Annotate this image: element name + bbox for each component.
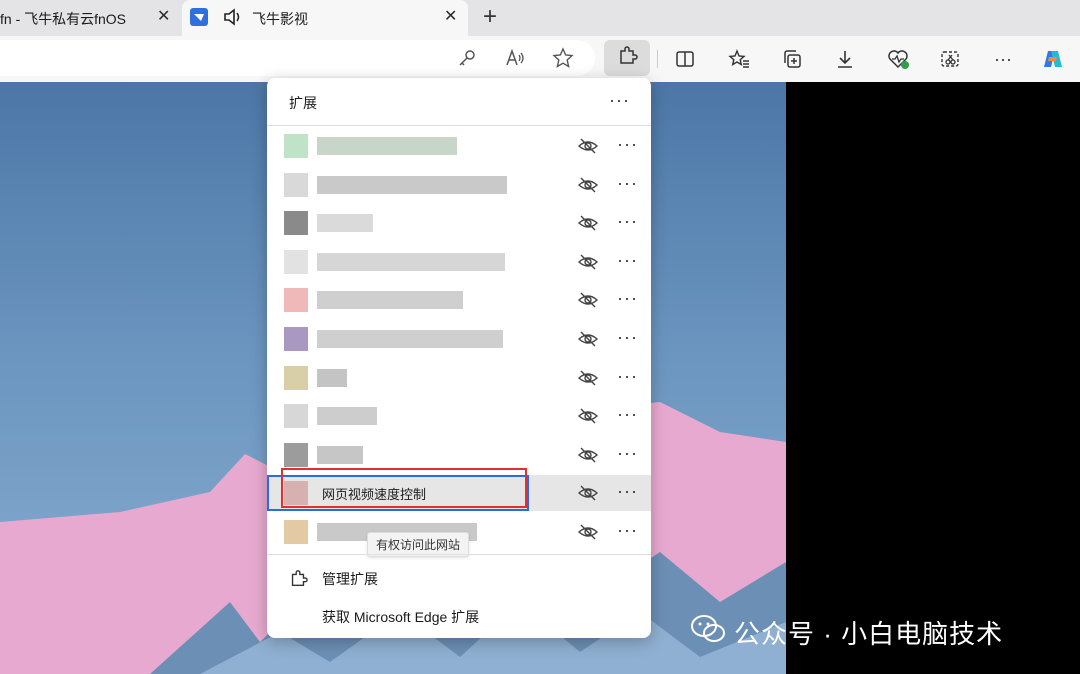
watermark-text: 公众号 · 小白电脑技术 — [734, 619, 1004, 649]
speaker-icon[interactable] — [222, 7, 244, 30]
extension-row[interactable]: ··· — [267, 128, 651, 164]
favicon-icon — [190, 8, 208, 26]
extensions-button[interactable] — [604, 40, 650, 76]
extension-row[interactable]: ··· — [267, 321, 651, 357]
manage-extensions-label: 管理扩展 — [322, 571, 378, 587]
watermark: 公众号 · 小白电脑技术 — [690, 614, 1003, 651]
extension-icon — [284, 443, 308, 467]
extension-more-button[interactable]: ··· — [617, 250, 638, 270]
close-icon[interactable]: ✕ — [444, 8, 457, 26]
more-icon[interactable]: ··· — [990, 46, 1016, 72]
toolbar: ··· — [0, 36, 1080, 82]
extensions-icon — [616, 45, 638, 72]
extension-more-button[interactable]: ··· — [617, 443, 638, 463]
extension-row[interactable]: ··· — [267, 244, 651, 280]
tab-title: 飞牛影视 — [252, 11, 308, 27]
extension-name-redacted — [317, 446, 363, 464]
hide-from-toolbar-icon[interactable] — [577, 368, 599, 388]
extension-more-button[interactable]: ··· — [617, 211, 638, 231]
collections-icon[interactable] — [779, 46, 805, 72]
extension-icon — [284, 134, 308, 158]
extension-name-redacted — [317, 369, 347, 387]
get-extensions-link[interactable]: 获取 Microsoft Edge 扩展 — [267, 598, 651, 634]
extension-row[interactable]: ··· — [267, 360, 651, 396]
browser-essentials-icon[interactable] — [885, 46, 911, 72]
new-tab-button[interactable]: + — [483, 3, 497, 31]
close-icon[interactable]: ✕ — [157, 8, 170, 26]
extension-more-button[interactable]: ··· — [617, 134, 638, 154]
hide-from-toolbar-icon[interactable] — [577, 175, 599, 195]
hide-from-toolbar-icon[interactable] — [577, 213, 599, 233]
hide-from-toolbar-icon[interactable] — [577, 252, 599, 272]
extension-name-redacted — [317, 330, 503, 348]
wechat-icon — [690, 614, 726, 651]
hide-from-toolbar-icon[interactable] — [577, 329, 599, 349]
video-letterbox — [786, 82, 1080, 674]
divider — [267, 125, 651, 126]
extension-more-button[interactable]: ··· — [617, 481, 638, 501]
copilot-icon[interactable] — [1040, 46, 1066, 72]
tab-fnos[interactable]: fn - 飞牛私有云fnOS ✕ — [0, 0, 180, 36]
hide-from-toolbar-icon[interactable] — [577, 522, 599, 542]
panel-more-button[interactable]: ··· — [609, 90, 630, 111]
highlight-box-red — [281, 468, 527, 508]
get-extensions-label: 获取 Microsoft Edge 扩展 — [322, 609, 480, 625]
extension-icon — [284, 211, 308, 235]
manage-extensions-link[interactable]: 管理扩展 — [267, 560, 651, 596]
extensions-icon — [288, 569, 308, 594]
extension-icon — [284, 327, 308, 351]
extension-name-redacted — [317, 253, 505, 271]
extension-more-button[interactable]: ··· — [617, 404, 638, 424]
split-screen-icon[interactable] — [672, 46, 698, 72]
extension-name-redacted — [317, 214, 373, 232]
favorites-icon[interactable] — [726, 46, 752, 72]
extensions-panel: 扩展 ··· ··· ··· ··· ··· ··· ··· ··· ··· ··· 网页视频速度… — [267, 78, 651, 638]
panel-title: 扩展 — [289, 95, 317, 111]
extension-more-button[interactable]: ··· — [617, 520, 638, 540]
extension-row[interactable]: ··· — [267, 398, 651, 434]
toolbar-divider — [657, 50, 658, 68]
tab-title: fn - 飞牛私有云fnOS — [0, 11, 127, 27]
extension-name-redacted — [317, 176, 507, 194]
extension-row[interactable]: ··· — [267, 167, 651, 203]
screenshot-icon[interactable] — [937, 46, 963, 72]
hide-from-toolbar-icon[interactable] — [577, 483, 599, 503]
extension-icon — [284, 366, 308, 390]
extension-name-redacted — [317, 137, 457, 155]
extension-more-button[interactable]: ··· — [617, 366, 638, 386]
tab-strip: fn - 飞牛私有云fnOS ✕ 飞牛影视 ✕ + — [0, 0, 1080, 36]
read-aloud-icon[interactable] — [502, 45, 528, 71]
extension-icon — [284, 173, 308, 197]
address-bar[interactable] — [0, 40, 595, 76]
key-icon[interactable] — [454, 45, 480, 71]
hide-from-toolbar-icon[interactable] — [577, 445, 599, 465]
extension-more-button[interactable]: ··· — [617, 288, 638, 308]
extension-name-redacted — [317, 291, 463, 309]
extension-icon — [284, 288, 308, 312]
hide-from-toolbar-icon[interactable] — [577, 406, 599, 426]
extension-icon — [284, 250, 308, 274]
hide-from-toolbar-icon[interactable] — [577, 136, 599, 156]
hide-from-toolbar-icon[interactable] — [577, 290, 599, 310]
extension-more-button[interactable]: ··· — [617, 327, 638, 347]
extension-row[interactable]: ··· — [267, 282, 651, 318]
extension-row[interactable]: ··· — [267, 205, 651, 241]
extension-name-redacted — [317, 407, 377, 425]
tab-feiniu-video[interactable]: 飞牛影视 ✕ — [182, 0, 468, 36]
extension-icon — [284, 404, 308, 428]
divider — [267, 554, 651, 555]
extension-icon — [284, 520, 308, 544]
star-icon[interactable] — [550, 45, 576, 71]
download-icon[interactable] — [832, 46, 858, 72]
extension-more-button[interactable]: ··· — [617, 173, 638, 193]
